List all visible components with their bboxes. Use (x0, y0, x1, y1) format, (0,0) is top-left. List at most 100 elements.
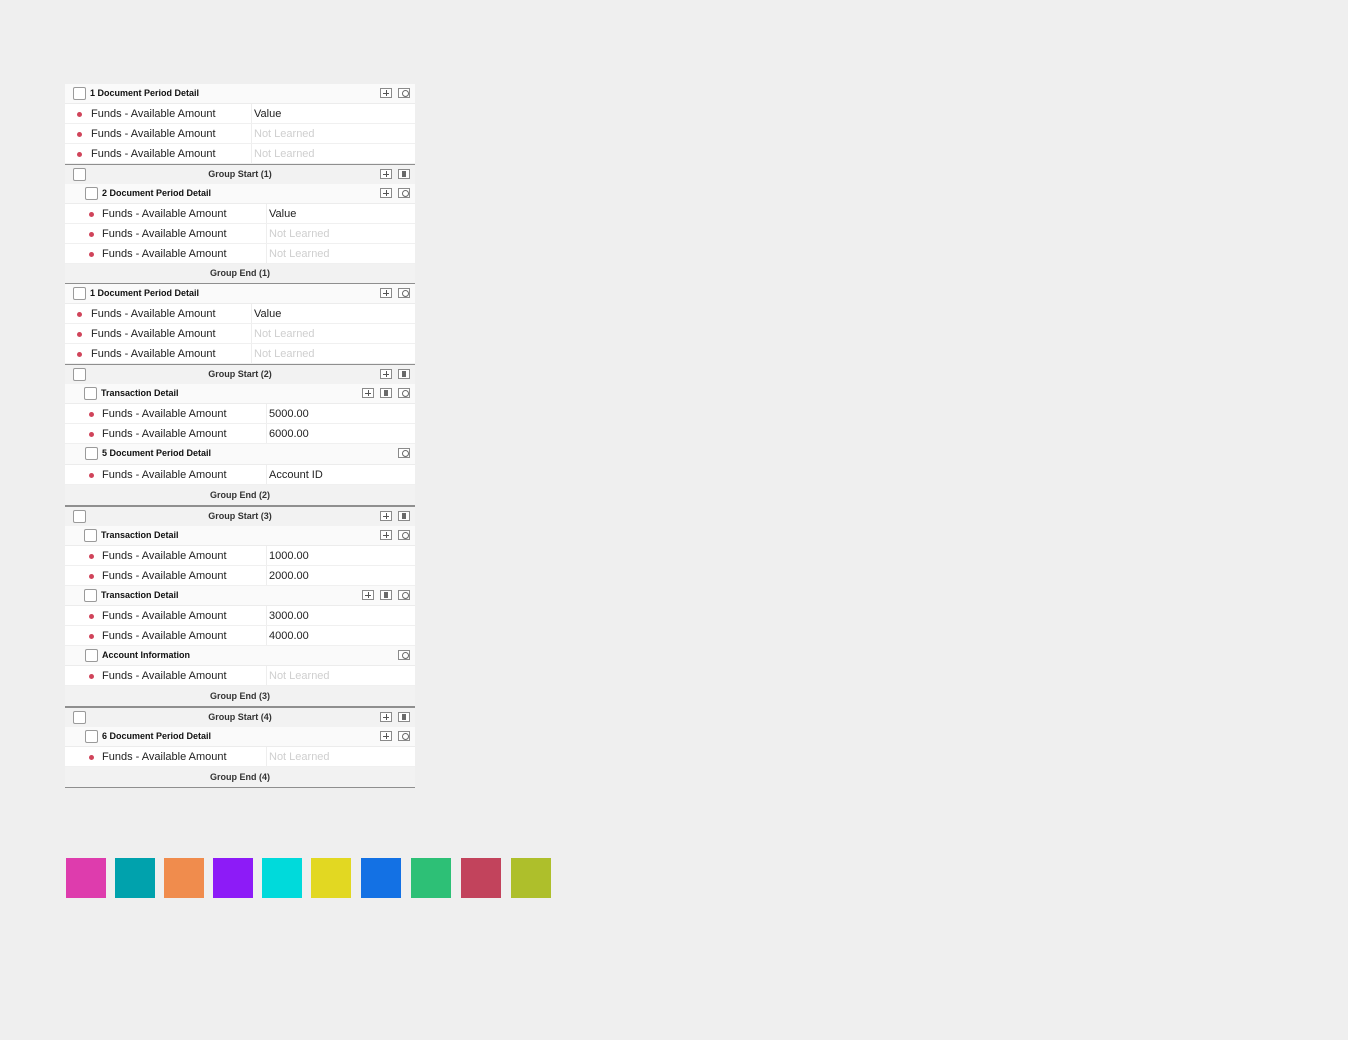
section-header: 5 Document Period Detail (65, 444, 415, 465)
required-dot (77, 132, 82, 137)
add-icon[interactable] (380, 288, 392, 298)
color-swatch[interactable] (66, 858, 106, 898)
field-label: Funds - Available Amount (102, 408, 227, 420)
trash-icon[interactable] (398, 511, 410, 521)
section-checkbox[interactable] (84, 529, 97, 542)
section-checkbox[interactable] (84, 387, 97, 400)
add-icon[interactable] (380, 511, 392, 521)
section-checkbox[interactable] (85, 730, 98, 743)
required-dot (77, 332, 82, 337)
block-icon[interactable] (398, 288, 410, 298)
field-value[interactable]: 1000.00 (269, 550, 309, 562)
required-dot (89, 634, 94, 639)
add-icon[interactable] (380, 369, 392, 379)
section-checkbox[interactable] (85, 187, 98, 200)
block-icon[interactable] (398, 590, 410, 600)
field-value[interactable]: Not Learned (269, 670, 330, 682)
section-checkbox[interactable] (84, 589, 97, 602)
section-header: 6 Document Period Detail (65, 727, 415, 747)
group-end: Group End (2) (65, 485, 415, 506)
trash-icon[interactable] (398, 369, 410, 379)
field-value[interactable]: 6000.00 (269, 428, 309, 440)
field-value[interactable]: 4000.00 (269, 630, 309, 642)
color-swatch[interactable] (164, 858, 204, 898)
add-icon[interactable] (380, 88, 392, 98)
section-title: Transaction Detail (101, 590, 179, 600)
required-dot (89, 412, 94, 417)
field-value[interactable]: Not Learned (269, 751, 330, 763)
color-swatch[interactable] (511, 858, 551, 898)
section-header: 2 Document Period Detail (65, 184, 415, 204)
field-value[interactable]: Not Learned (254, 148, 315, 160)
field-value[interactable]: Not Learned (269, 248, 330, 260)
color-swatch[interactable] (262, 858, 302, 898)
color-swatch[interactable] (115, 858, 155, 898)
section-header: Transaction Detail (65, 384, 415, 404)
add-icon[interactable] (380, 169, 392, 179)
trash-icon[interactable] (398, 712, 410, 722)
required-dot (89, 473, 94, 478)
field-value[interactable]: Value (254, 108, 281, 120)
field-label: Funds - Available Amount (102, 670, 227, 682)
group-start: Group Start (3) (65, 506, 415, 526)
add-icon[interactable] (380, 731, 392, 741)
add-icon[interactable] (362, 388, 374, 398)
field-label: Funds - Available Amount (102, 228, 227, 240)
field-value[interactable]: Value (254, 308, 281, 320)
section-header: Account Information (65, 646, 415, 666)
required-dot (89, 574, 94, 579)
section-checkbox[interactable] (73, 287, 86, 300)
field-value[interactable]: Not Learned (254, 128, 315, 140)
block-icon[interactable] (398, 650, 410, 660)
field-row: Funds - Available Amount Not Learned (65, 144, 415, 164)
field-value[interactable]: 2000.00 (269, 570, 309, 582)
group-end: Group End (4) (65, 767, 415, 788)
field-label: Funds - Available Amount (102, 751, 227, 763)
field-row: Funds - Available Amount Value (65, 304, 415, 324)
section-checkbox[interactable] (73, 87, 86, 100)
field-label: Funds - Available Amount (91, 128, 216, 140)
field-value[interactable]: Not Learned (269, 228, 330, 240)
color-swatch[interactable] (361, 858, 401, 898)
group-start-label: Group Start (2) (208, 369, 272, 379)
section-checkbox[interactable] (85, 447, 98, 460)
block-icon[interactable] (398, 188, 410, 198)
block-icon[interactable] (398, 388, 410, 398)
field-value[interactable]: Not Learned (254, 348, 315, 360)
add-icon[interactable] (380, 712, 392, 722)
field-value[interactable]: 5000.00 (269, 408, 309, 420)
trash-icon[interactable] (380, 388, 392, 398)
required-dot (89, 232, 94, 237)
group-start: Group Start (2) (65, 364, 415, 384)
field-value[interactable]: 3000.00 (269, 610, 309, 622)
section-title: Account Information (102, 650, 190, 660)
group-end-label: Group End (1) (210, 268, 270, 278)
trash-icon[interactable] (398, 169, 410, 179)
field-value[interactable]: Not Learned (254, 328, 315, 340)
trash-icon[interactable] (380, 590, 392, 600)
color-swatch[interactable] (311, 858, 351, 898)
section-header: Transaction Detail (65, 586, 415, 606)
block-icon[interactable] (398, 448, 410, 458)
field-row: Funds - Available Amount Value (65, 204, 415, 224)
group-3: Group Start (3) Transaction Detail Funds… (65, 506, 415, 707)
add-icon[interactable] (362, 590, 374, 600)
required-dot (89, 554, 94, 559)
field-value[interactable]: Value (269, 208, 296, 220)
group-2: Group Start (2) Transaction Detail Funds… (65, 364, 415, 506)
field-label: Funds - Available Amount (102, 550, 227, 562)
group-start-label: Group Start (1) (208, 169, 272, 179)
section-title: Transaction Detail (101, 388, 179, 398)
color-swatch[interactable] (411, 858, 451, 898)
add-icon[interactable] (380, 530, 392, 540)
color-swatch[interactable] (213, 858, 253, 898)
color-swatch[interactable] (461, 858, 501, 898)
section-checkbox[interactable] (85, 649, 98, 662)
field-row: Funds - Available Amount Value (65, 104, 415, 124)
field-value[interactable]: Account ID (269, 469, 323, 481)
add-icon[interactable] (380, 188, 392, 198)
block-icon[interactable] (398, 731, 410, 741)
required-dot (89, 432, 94, 437)
block-icon[interactable] (398, 88, 410, 98)
block-icon[interactable] (398, 530, 410, 540)
